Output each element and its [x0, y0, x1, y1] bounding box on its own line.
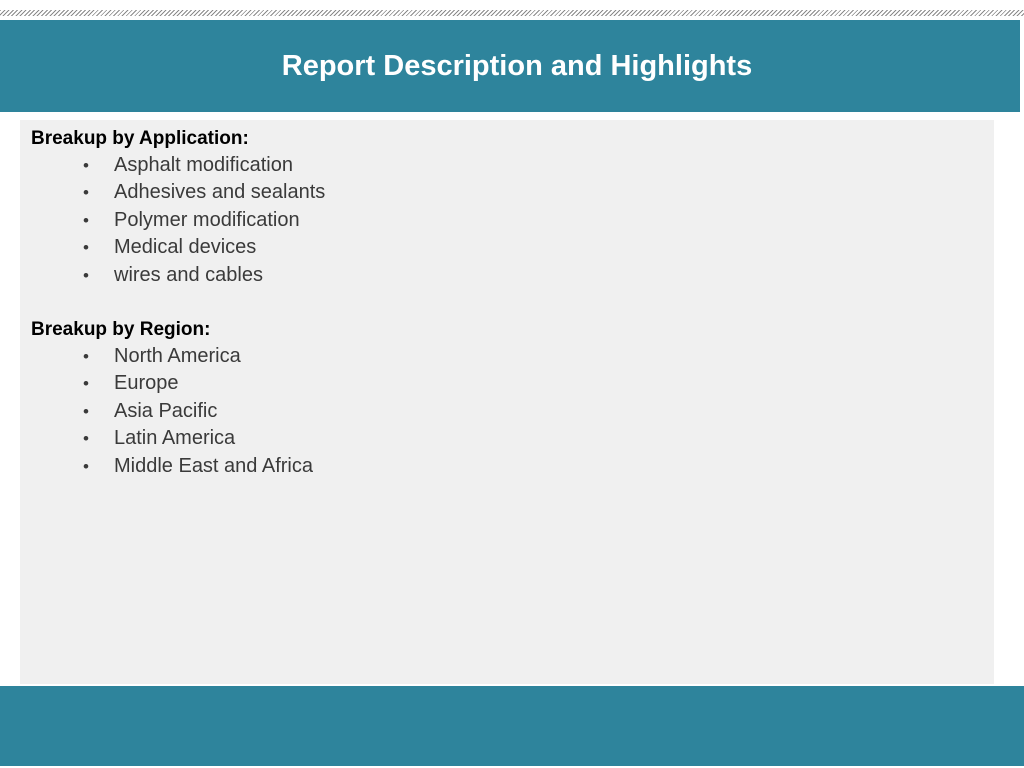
list-item: • Latin America: [20, 425, 313, 452]
bullet-icon: •: [83, 347, 89, 366]
list-item-label: Asphalt modification: [114, 154, 293, 176]
list-item-label: Adhesives and sealants: [114, 181, 326, 204]
list-item: • wires and cables: [20, 262, 325, 289]
list-item-label: Middle East and Africa: [114, 454, 313, 477]
list-item-label: Latin America: [114, 427, 236, 450]
footer-banner: [0, 686, 1024, 766]
content-panel: Breakup by Application: • Asphalt modific…: [20, 120, 994, 684]
title-banner: Report Description and Highlights: [0, 20, 1020, 112]
list-item: • Middle East and Africa: [20, 453, 313, 480]
decorative-hatch-strip: [0, 0, 1024, 18]
application-section-heading: Breakup by Application:: [31, 128, 249, 149]
list-item: • Asphalt modification: [20, 152, 325, 179]
list-item: • Polymer modification: [20, 207, 325, 234]
list-item-label: Europe: [114, 372, 179, 395]
list-item: • Adhesives and sealants: [20, 179, 325, 206]
bullet-icon: •: [83, 265, 89, 285]
list-item: • Medical devices: [20, 234, 325, 261]
list-item-label: Medical devices: [114, 236, 257, 259]
list-item-label: wires and cables: [114, 263, 263, 286]
list-item-label: Polymer modification: [114, 208, 300, 231]
region-section-heading: Breakup by Region:: [31, 319, 211, 340]
region-list: • North America • Europe • Asia Pacific • La…: [20, 343, 313, 480]
application-list: • Asphalt modification • Adhesives and sea…: [20, 152, 325, 289]
page-title: Report Description and Highlights: [281, 49, 753, 82]
bullet-icon: •: [83, 456, 89, 476]
bullet-icon: •: [83, 238, 89, 258]
list-item: • Europe: [20, 370, 313, 397]
bullet-icon: •: [83, 401, 89, 421]
bullet-icon: •: [83, 429, 89, 449]
bullet-icon: •: [83, 183, 89, 203]
list-item-label: Asia Pacific: [114, 399, 218, 422]
list-item-label: North America: [114, 345, 241, 367]
bullet-icon: •: [83, 210, 89, 230]
list-item: • North America: [20, 343, 313, 370]
bullet-icon: •: [83, 156, 89, 175]
bullet-icon: •: [83, 374, 89, 394]
list-item: • Asia Pacific: [20, 398, 313, 425]
